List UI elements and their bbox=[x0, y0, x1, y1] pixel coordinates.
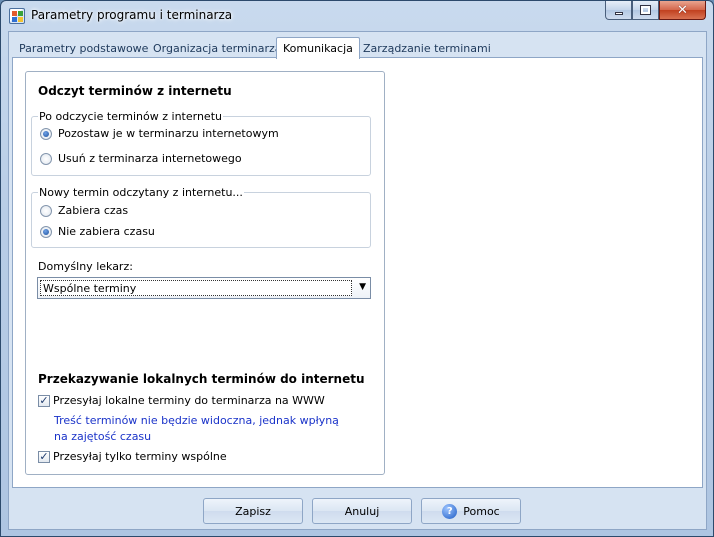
upload-section-heading: Przekazywanie lokalnych terminów do inte… bbox=[38, 372, 365, 386]
checkbox-send-shared-only-label: Przesyłaj tylko terminy wspólne bbox=[53, 450, 227, 463]
after-read-group: Po odczycie terminów z internetu Pozosta… bbox=[31, 110, 371, 176]
minimize-icon bbox=[614, 11, 623, 15]
title-bar[interactable]: Parametry programu i terminarza ✕ bbox=[1, 1, 713, 31]
cancel-button-label: Anuluj bbox=[344, 504, 380, 518]
radio-keep-online-label: Pozostaw je w terminarzu internetowym bbox=[58, 127, 279, 140]
default-doctor-value: Wspólne terminy bbox=[40, 280, 352, 296]
radio-delete-online-label: Usuń z terminarza internetowego bbox=[58, 152, 242, 165]
minimize-button[interactable] bbox=[605, 1, 632, 20]
checkbox-checked[interactable]: ✓ bbox=[38, 394, 50, 407]
send-local-note: Treść terminów nie będzie widoczna, jedn… bbox=[54, 413, 374, 445]
checkbox-send-local-label: Przesyłaj lokalne terminy do terminarza … bbox=[53, 394, 325, 407]
radio-button-selected[interactable] bbox=[40, 225, 52, 238]
dialog-client-area: Parametry podstawowe Organizacja termina… bbox=[8, 31, 707, 530]
save-button-label: Zapisz bbox=[235, 504, 271, 518]
send-local-note-line2: na zajętość czasu bbox=[54, 430, 152, 443]
checkbox-checked[interactable]: ✓ bbox=[38, 450, 50, 463]
dropdown-arrow-icon[interactable]: ▼ bbox=[359, 282, 366, 292]
communication-panel: Odczyt terminów z internetu Po odczycie … bbox=[25, 71, 385, 475]
cancel-button[interactable]: Anuluj bbox=[312, 498, 412, 524]
radio-takes-time[interactable]: Zabiera czas bbox=[40, 204, 128, 217]
help-question-icon: ? bbox=[442, 503, 458, 519]
close-icon: ✕ bbox=[677, 2, 688, 18]
radio-button[interactable] bbox=[40, 152, 52, 165]
checkbox-send-shared-only[interactable]: ✓ Przesyłaj tylko terminy wspólne bbox=[38, 450, 227, 463]
save-button[interactable]: Zapisz bbox=[203, 498, 303, 524]
tab-page-komunikacja: Odczyt terminów z internetu Po odczycie … bbox=[12, 57, 703, 488]
tab-organizacja-terminarza[interactable]: Organizacja terminarza bbox=[147, 40, 288, 58]
radio-delete-online[interactable]: Usuń z terminarza internetowego bbox=[40, 152, 242, 165]
radio-no-time[interactable]: Nie zabiera czasu bbox=[40, 225, 155, 238]
window-title: Parametry programu i terminarza bbox=[31, 8, 233, 22]
settings-window: Parametry programu i terminarza ✕ Parame… bbox=[0, 0, 714, 537]
after-read-legend: Po odczycie terminów z internetu bbox=[38, 110, 223, 123]
help-button[interactable]: ? Pomoc bbox=[421, 498, 521, 524]
radio-no-time-label: Nie zabiera czasu bbox=[58, 225, 155, 238]
radio-button-selected[interactable] bbox=[40, 127, 52, 140]
radio-keep-online[interactable]: Pozostaw je w terminarzu internetowym bbox=[40, 127, 279, 140]
dialog-button-bar: Zapisz Anuluj ? Pomoc bbox=[9, 494, 706, 529]
new-term-group: Nowy termin odczytany z internetu... Zab… bbox=[31, 186, 371, 248]
tab-zarzadzanie-terminami[interactable]: Zarządzanie terminami bbox=[357, 40, 497, 58]
checkbox-send-local[interactable]: ✓ Przesyłaj lokalne terminy do terminarz… bbox=[38, 394, 325, 407]
maximize-icon bbox=[640, 5, 651, 15]
radio-button[interactable] bbox=[40, 204, 52, 217]
default-doctor-label: Domyślny lekarz: bbox=[38, 260, 133, 273]
help-button-label: Pomoc bbox=[463, 504, 500, 518]
close-button[interactable]: ✕ bbox=[659, 1, 706, 20]
radio-takes-time-label: Zabiera czas bbox=[58, 204, 129, 217]
send-local-note-line1: Treść terminów nie będzie widoczna, jedn… bbox=[54, 414, 339, 427]
tab-parametry-podstawowe[interactable]: Parametry podstawowe bbox=[13, 40, 154, 58]
default-doctor-select[interactable]: Wspólne terminy ▼ bbox=[37, 277, 371, 299]
maximize-button[interactable] bbox=[632, 1, 659, 20]
calendar-app-icon bbox=[9, 8, 25, 24]
tab-komunikacja[interactable]: Komunikacja bbox=[276, 37, 360, 59]
new-term-legend: Nowy termin odczytany z internetu... bbox=[38, 186, 244, 199]
download-section-heading: Odczyt terminów z internetu bbox=[38, 84, 232, 98]
tab-strip: Parametry podstawowe Organizacja termina… bbox=[9, 36, 706, 59]
